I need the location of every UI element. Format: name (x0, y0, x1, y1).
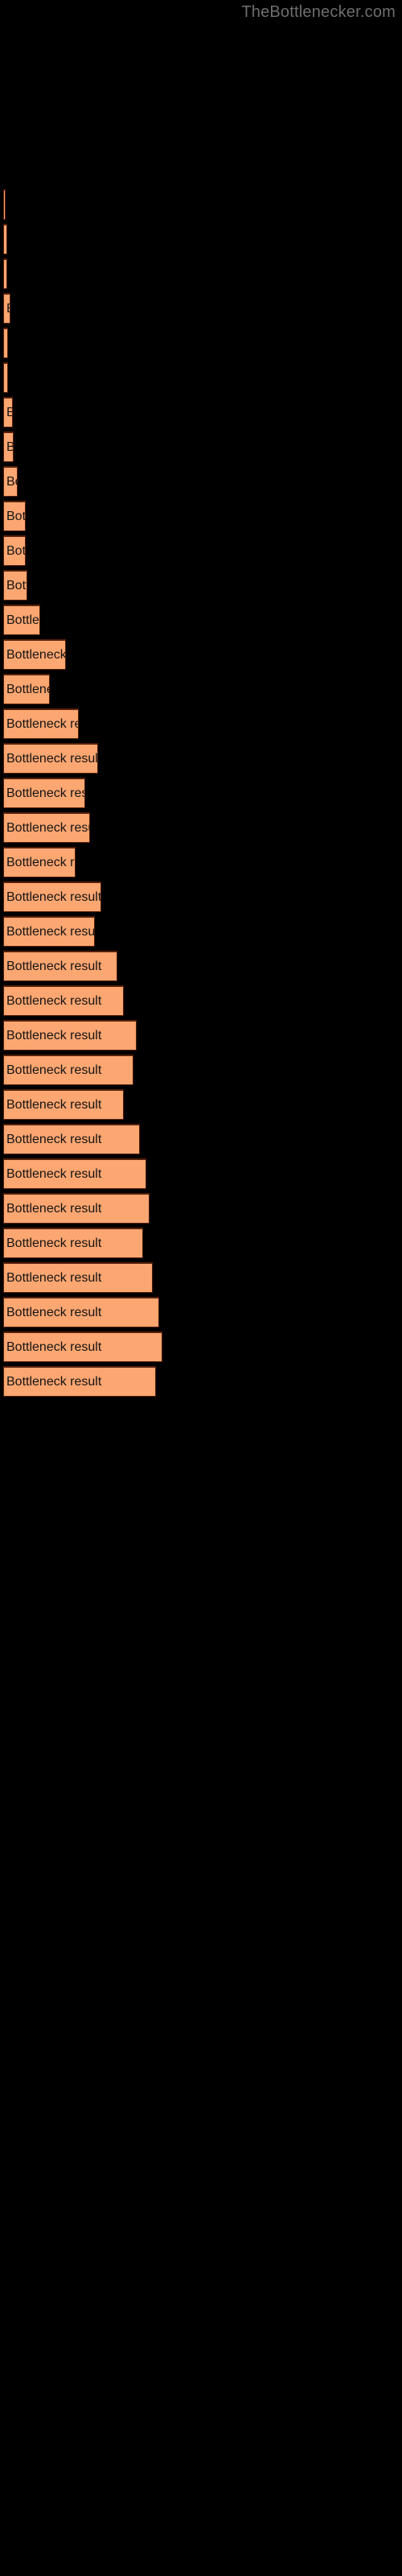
bar-32[interactable]: Bottleneck result (3, 1262, 153, 1293)
bar-label: Bottleneck result (6, 371, 7, 386)
bar-12[interactable]: Bottleneck result (3, 570, 27, 601)
bar-label: Bottleneck result (6, 924, 95, 939)
bar-label: Bottleneck result (6, 1063, 102, 1077)
bar-label: Bottleneck result (6, 267, 7, 282)
bar-chart-plot-area: Bottleneck result Bottleneck result Bottle… (0, 0, 402, 2576)
bar-label: Bottleneck result (6, 993, 102, 1008)
bar-label: Bottleneck result (6, 751, 98, 766)
bar-label: Bottleneck result (6, 543, 26, 558)
bar-26[interactable]: Bottleneck result (3, 1055, 133, 1085)
bar-9[interactable]: Bottleneck result (3, 466, 18, 497)
bar-28[interactable]: Bottleneck result (3, 1124, 140, 1154)
bar-label: Bottleneck result (6, 786, 84, 800)
bar-label: Bottleneck result (6, 959, 102, 973)
bar-label: Bottleneck result (6, 474, 17, 489)
bar-16[interactable]: Bottleneck result (3, 708, 79, 739)
bar-label: Bottleneck result (6, 1028, 102, 1042)
bar-label: Bottleneck result (6, 647, 66, 662)
chart-root: TheBottlenecker.com Bottleneck resultBot… (0, 0, 402, 2576)
bar-label: Bottleneck result (6, 406, 12, 420)
bar-label: Bottleneck result (6, 1270, 102, 1285)
bar-label: Bottleneck result (6, 578, 27, 592)
bar-24[interactable]: Bottleneck result (3, 985, 124, 1016)
bar-4[interactable]: Bottleneck result (3, 293, 10, 324)
bar-label: Bottleneck result (6, 336, 7, 351)
bar-30[interactable]: Bottleneck result (3, 1193, 150, 1224)
bar-label: Bottleneck result (6, 1374, 102, 1389)
bar-19[interactable]: Bottleneck result (3, 812, 90, 843)
bar-label: Bottleneck result (6, 716, 78, 731)
bar-1[interactable]: Bottleneck result (3, 189, 6, 220)
bar-27[interactable]: Bottleneck result (3, 1089, 124, 1120)
bar-label: Bottleneck result (6, 890, 101, 904)
bar-17[interactable]: Bottleneck result (3, 743, 98, 774)
bar-33[interactable]: Bottleneck result (3, 1297, 159, 1327)
bar-6[interactable]: Bottleneck result (3, 362, 8, 393)
bar-label: Bottleneck result (6, 302, 10, 316)
bar-34[interactable]: Bottleneck result (3, 1331, 162, 1362)
bar-22[interactable]: Bottleneck result (3, 916, 95, 947)
bar-label: Bottleneck result (6, 1201, 102, 1216)
bar-label: Bottleneck result (6, 509, 26, 523)
bar-label: Bottleneck result (6, 1236, 102, 1250)
bar-label: Bottleneck result (6, 1132, 102, 1146)
bar-23[interactable]: Bottleneck result (3, 951, 117, 981)
bar-29[interactable]: Bottleneck result (3, 1158, 146, 1189)
bar-18[interactable]: Bottleneck result (3, 778, 85, 808)
bar-35[interactable]: Bottleneck result (3, 1366, 156, 1397)
bar-10[interactable]: Bottleneck result (3, 501, 26, 531)
bar-5[interactable]: Bottleneck result (3, 328, 8, 358)
bar-label: Bottleneck result (6, 682, 49, 696)
bar-21[interactable]: Bottleneck result (3, 881, 101, 912)
bar-label: Bottleneck result (6, 1166, 102, 1181)
bar-2[interactable]: Bottleneck result (3, 224, 7, 254)
bar-8[interactable]: Bottleneck result (3, 431, 14, 462)
bar-25[interactable]: Bottleneck result (3, 1020, 137, 1051)
bar-label: Bottleneck result (6, 1097, 102, 1112)
bar-31[interactable]: Bottleneck result (3, 1228, 143, 1258)
bar-label: Bottleneck result (6, 1305, 102, 1319)
bar-11[interactable]: Bottleneck result (3, 535, 26, 566)
bar-label: Bottleneck result (6, 440, 13, 455)
bar-label: Bottleneck result (6, 613, 39, 627)
bar-label: Bottleneck result (6, 855, 75, 869)
bar-14[interactable]: Bottleneck result (3, 639, 66, 670)
bar-label: Bottleneck result (6, 820, 89, 835)
bar-20[interactable]: Bottleneck result (3, 847, 76, 877)
bar-3[interactable]: Bottleneck result (3, 258, 7, 289)
bar-label: Bottleneck result (6, 1340, 102, 1354)
bar-15[interactable]: Bottleneck result (3, 674, 50, 704)
bar-13[interactable]: Bottleneck result (3, 605, 40, 635)
bar-7[interactable]: Bottleneck result (3, 397, 13, 427)
bar-label: Bottleneck result (6, 233, 7, 247)
